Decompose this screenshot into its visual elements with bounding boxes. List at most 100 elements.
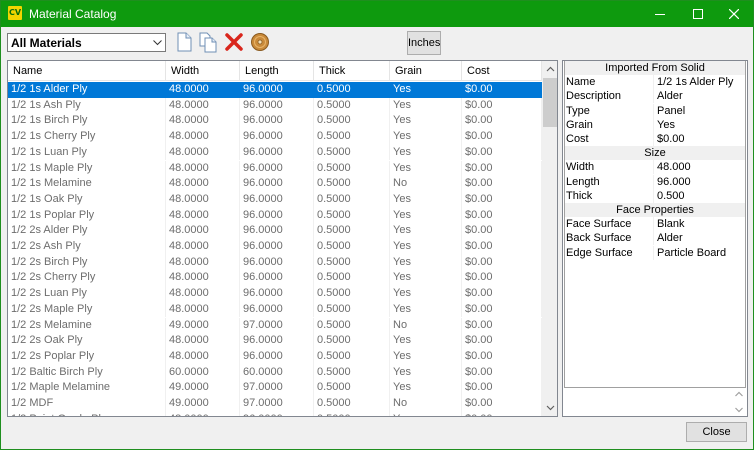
cell-length: 96.0000 — [240, 301, 314, 318]
cell-length: 97.0000 — [240, 380, 314, 396]
cell-name: 1/2 2s Melamine — [8, 317, 166, 334]
cell-name: 1/2 1s Luan Ply — [8, 144, 166, 161]
table-row[interactable]: 1/2 1s Cherry Ply 48.0000 96.0000 0.5000 Yes… — [8, 129, 542, 145]
cell-cost: $0.00 — [462, 129, 542, 145]
cell-length: 96.0000 — [240, 348, 314, 365]
scroll-thumb[interactable] — [543, 78, 557, 127]
cell-grain: Yes — [390, 144, 462, 161]
property-row[interactable]: Thick 0.500 — [565, 188, 745, 203]
properties-grid[interactable]: Imported From Solid Name 1/2 1s Alder Ply D… — [564, 61, 746, 388]
property-row[interactable]: Back Surface Alder — [565, 231, 745, 246]
table-row[interactable]: 1/2 1s Poplar Ply 48.0000 96.0000 0.5000 Yes… — [8, 207, 542, 224]
grid-vertical-scrollbar[interactable] — [542, 61, 557, 416]
copy-icon[interactable] — [197, 31, 219, 53]
table-row[interactable]: 1/2 2s Cherry Ply 48.0000 96.0000 0.5000 Yes… — [8, 270, 542, 287]
property-row[interactable]: Cost $0.00 — [565, 132, 745, 146]
property-row[interactable]: Grain Yes — [565, 117, 745, 132]
delete-x-icon[interactable] — [223, 31, 245, 53]
table-row[interactable]: 1/2 2s Ash Ply 48.0000 96.0000 0.5000 Yes $0.… — [8, 239, 542, 255]
table-row[interactable]: 1/2 1s Birch Ply 48.0000 96.0000 0.5000 Yes $… — [8, 113, 542, 130]
table-row[interactable]: 1/2 2s Alder Ply 48.0000 96.0000 0.5000 Yes $… — [8, 223, 542, 239]
title-bar[interactable]: CV Material Catalog — [1, 1, 753, 27]
property-category[interactable]: Size — [565, 146, 745, 161]
table-row[interactable]: 1/2 1s Oak Ply 48.0000 96.0000 0.5000 Yes $0.… — [8, 191, 542, 208]
property-row[interactable]: Width 48.000 — [565, 160, 745, 175]
table-row[interactable]: 1/2 Baltic Birch Ply 60.0000 60.0000 0.5000… — [8, 364, 542, 381]
property-row[interactable]: Face Surface Blank — [565, 217, 745, 232]
cell-name: 1/2 1s Maple Ply — [8, 160, 166, 177]
cell-grain: Yes — [390, 270, 462, 287]
property-row[interactable]: Description Alder — [565, 89, 745, 104]
property-name: Grain — [566, 117, 654, 132]
materials-grid[interactable]: Name Width Length Thick Grain Cost 1/2 1… — [7, 60, 558, 417]
column-header-thick[interactable]: Thick — [314, 61, 390, 80]
cell-length: 96.0000 — [240, 223, 314, 239]
cell-cost: $0.00 — [462, 286, 542, 302]
cell-cost: $0.00 — [462, 348, 542, 365]
maximize-icon — [693, 9, 703, 19]
cell-name: 1/2 2s Poplar Ply — [8, 348, 166, 365]
table-row[interactable]: 1/2 2s Maple Ply 48.0000 96.0000 0.5000 Yes $… — [8, 301, 542, 318]
cell-length: 96.0000 — [240, 129, 314, 145]
column-header-name[interactable]: Name — [8, 61, 166, 80]
table-row[interactable]: 1/2 2s Melamine 49.0000 97.0000 0.5000 No $0.… — [8, 317, 542, 334]
table-row[interactable]: 1/2 1s Maple Ply 48.0000 96.0000 0.5000 Yes $… — [8, 160, 542, 177]
property-row[interactable]: Edge Surface Particle Board — [565, 245, 745, 260]
column-header-grain[interactable]: Grain — [390, 61, 462, 80]
table-row[interactable]: 1/2 2s Luan Ply 48.0000 96.0000 0.5000 Yes $0… — [8, 286, 542, 302]
cell-length: 96.0000 — [240, 254, 314, 271]
cell-name: 1/2 1s Melamine — [8, 176, 166, 192]
cell-length: 97.0000 — [240, 317, 314, 334]
cell-width: 49.0000 — [166, 380, 240, 396]
grid-header: Name Width Length Thick Grain Cost — [8, 61, 542, 81]
table-row[interactable]: 1/2 Maple Melamine 49.0000 97.0000 0.5000 Ye… — [8, 380, 542, 396]
property-name: Cost — [566, 132, 654, 146]
cell-width: 48.0000 — [166, 411, 240, 416]
property-category[interactable]: Imported From Solid — [565, 61, 745, 75]
new-document-icon[interactable] — [173, 31, 195, 53]
cell-cost: $0.00 — [462, 144, 542, 161]
units-button[interactable]: Inches — [407, 31, 441, 55]
scroll-down-button[interactable] — [542, 399, 557, 416]
scroll-up-button[interactable] — [542, 61, 557, 78]
table-row[interactable]: 1/2 Paint Grade Ply48.000096.00000.5000Y… — [8, 411, 542, 416]
cell-name: 1/2 2s Maple Ply — [8, 301, 166, 318]
table-row[interactable]: 1/2 1s Melamine 48.0000 96.0000 0.5000 No $0.… — [8, 176, 542, 192]
material-filter-select[interactable]: All Materials — [7, 33, 166, 52]
cell-grain: Yes — [390, 160, 462, 177]
table-row[interactable]: 1/2 2s Oak Ply 48.0000 96.0000 0.5000 Yes $0.… — [8, 333, 542, 349]
property-row[interactable]: Name 1/2 1s Alder Ply — [565, 75, 745, 90]
close-window-button[interactable] — [711, 1, 754, 27]
cell-name: 1/2 1s Ash Ply — [8, 97, 166, 114]
property-value: Panel — [657, 104, 686, 117]
table-row[interactable]: 1/2 1s Luan Ply 48.0000 96.0000 0.5000 Yes $0… — [8, 144, 542, 161]
table-row[interactable]: 1/2 1s Alder Ply 48.0000 96.0000 0.5000 Yes $… — [8, 82, 542, 98]
cell-thick: 0.5000 — [314, 301, 390, 318]
properties-scrollbar[interactable] — [731, 388, 747, 416]
cell-thick: 0.5000 — [314, 380, 390, 396]
cell-length: 96.0000 — [240, 144, 314, 161]
property-name: Edge Surface — [566, 245, 654, 260]
column-header-width[interactable]: Width — [166, 61, 240, 80]
table-row[interactable]: 1/2 1s Ash Ply 48.0000 96.0000 0.5000 Yes $0.… — [8, 97, 542, 114]
cell-thick: 0.5000 — [314, 286, 390, 302]
table-row[interactable]: 1/2 2s Poplar Ply 48.0000 96.0000 0.5000 Yes… — [8, 348, 542, 365]
cell-grain: Yes — [390, 286, 462, 302]
cell-grain: No — [390, 176, 462, 192]
wood-disk-icon[interactable] — [249, 31, 271, 53]
cell-thick: 0.5000 — [314, 207, 390, 224]
cell-length: 96.0000 — [240, 191, 314, 208]
property-value: Blank — [657, 218, 685, 231]
property-row[interactable]: Length 96.000 — [565, 174, 745, 189]
cell-grain: Yes — [390, 380, 462, 396]
column-header-cost[interactable]: Cost — [462, 61, 542, 80]
property-value: Particle Board — [657, 246, 727, 259]
property-category[interactable]: Face Properties — [565, 203, 745, 217]
close-button[interactable]: Close — [686, 422, 747, 442]
property-row[interactable]: Type Panel — [565, 103, 745, 118]
table-row[interactable]: 1/2 2s Birch Ply 48.0000 96.0000 0.5000 Yes $… — [8, 254, 542, 271]
cell-thick: 0.5000 — [314, 144, 390, 161]
cell-width: 48.0000 — [166, 207, 240, 224]
column-header-length[interactable]: Length — [240, 61, 314, 80]
table-row[interactable]: 1/2 MDF 49.0000 97.0000 0.5000 No $0.00 — [8, 396, 542, 412]
